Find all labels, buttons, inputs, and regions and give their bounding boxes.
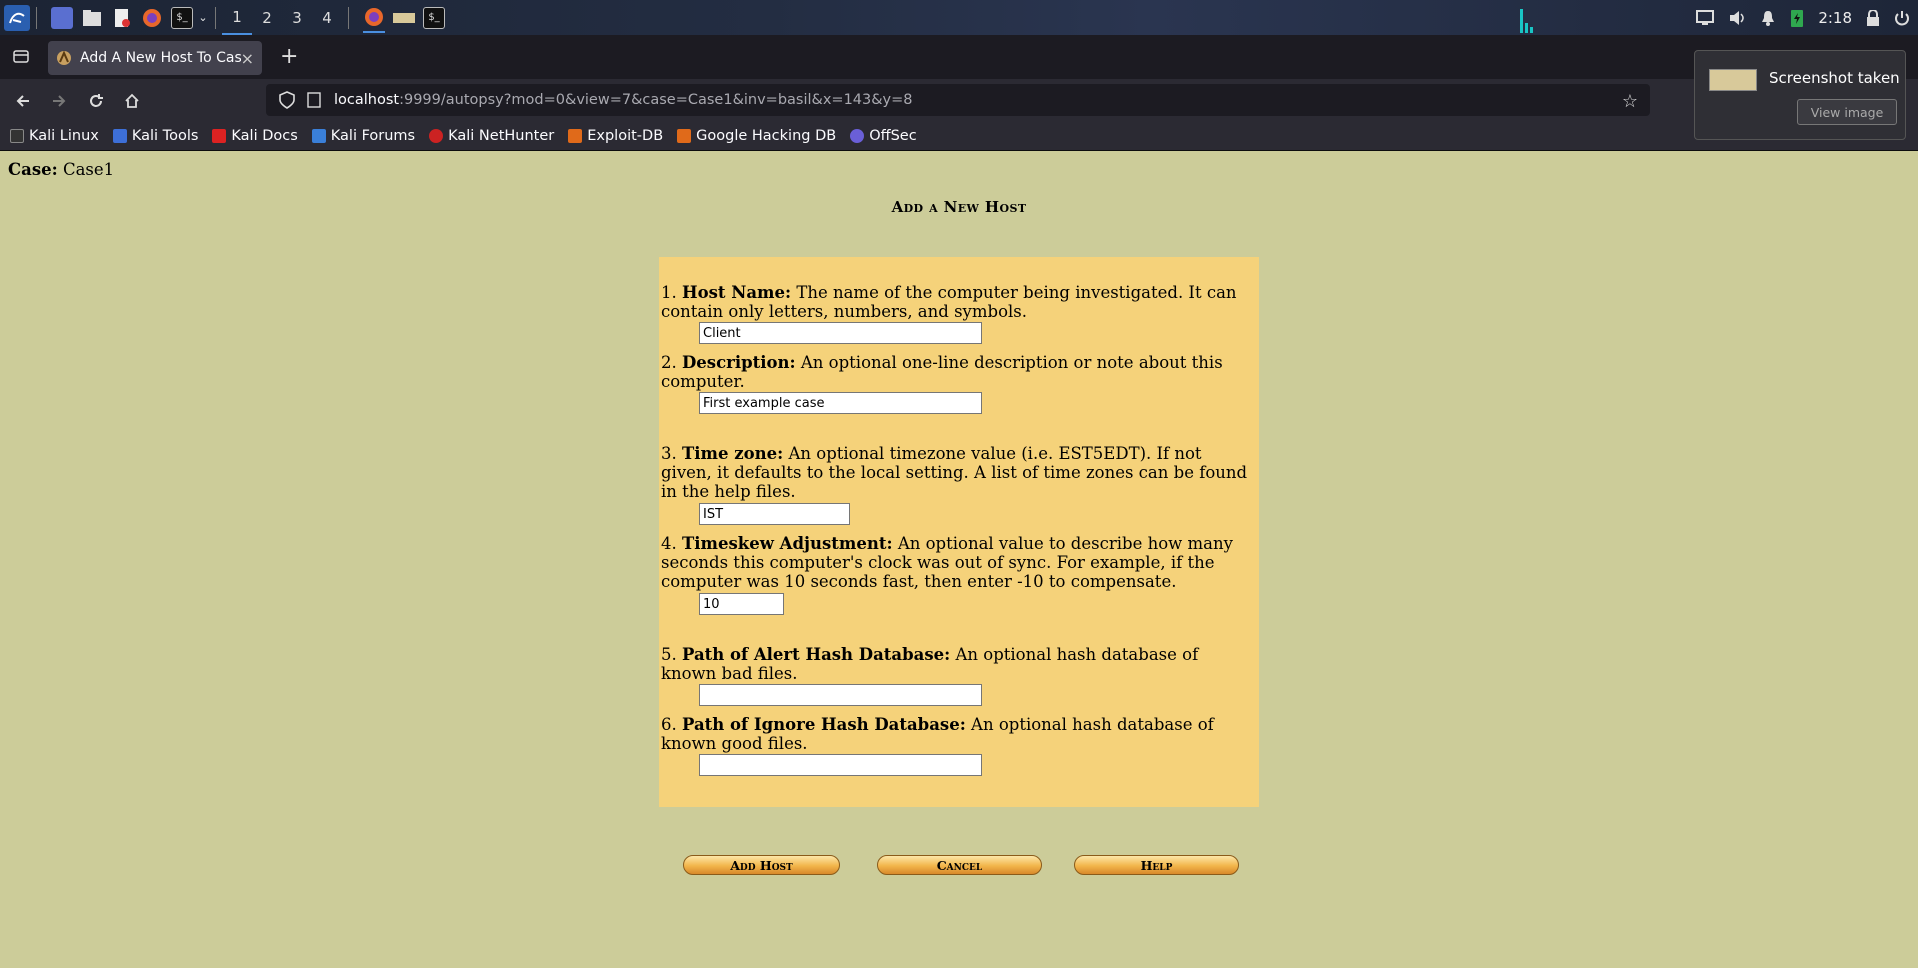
url-bar[interactable]: localhost:9999/autopsy?mod=0&view=7&case… — [266, 84, 1650, 116]
offsec-icon — [850, 128, 865, 143]
bookmark-kali-tools[interactable]: Kali Tools — [112, 128, 198, 144]
reload-button[interactable] — [85, 90, 107, 112]
case-label: Case: — [8, 160, 58, 179]
display-icon[interactable] — [1696, 9, 1715, 26]
page-info-icon[interactable] — [306, 92, 322, 108]
alert-hash-db-input[interactable] — [699, 684, 982, 706]
kali-tools-icon — [112, 128, 127, 143]
shield-icon[interactable] — [278, 91, 296, 109]
autopsy-favicon-icon — [57, 50, 71, 65]
ignore-hash-db-input[interactable] — [699, 754, 982, 776]
nethunter-icon — [429, 128, 444, 143]
page-title: Add a New Host — [891, 198, 1027, 216]
description-question: 2. Description: An optional one-line des… — [661, 353, 1223, 391]
desktop-icon[interactable] — [51, 6, 73, 29]
time-zone-question: 3. Time zone: An optional timezone value… — [661, 444, 1248, 501]
kali-dragon-icon — [10, 128, 24, 143]
notification-bell-icon[interactable] — [1760, 10, 1776, 26]
bookmark-kali-linux[interactable]: Kali Linux — [10, 128, 99, 144]
add-host-button[interactable]: Add Host — [683, 855, 840, 875]
case-value: Case1 — [62, 160, 115, 179]
description-input[interactable] — [699, 392, 982, 414]
volume-icon[interactable] — [1728, 10, 1746, 26]
kali-menu-icon[interactable] — [4, 4, 30, 31]
bookmark-offsec[interactable]: OffSec — [850, 128, 917, 144]
notification-title: Screenshot taken — [1769, 69, 1900, 87]
kali-docs-icon — [212, 128, 227, 143]
time-zone-input[interactable] — [699, 503, 850, 525]
workspace-2[interactable]: 2 — [252, 0, 282, 35]
workspace-3[interactable]: 3 — [282, 0, 312, 35]
bookmarks-bar: Kali Linux Kali Tools Kali Docs Kali For… — [0, 121, 1918, 151]
new-tab-button[interactable]: + — [280, 45, 298, 69]
firefox-icon[interactable] — [141, 7, 163, 29]
bookmark-exploit-db[interactable]: Exploit-DB — [568, 128, 663, 144]
home-button[interactable] — [121, 90, 143, 112]
text-editor-icon[interactable] — [111, 7, 133, 29]
bookmark-kali-nethunter[interactable]: Kali NetHunter — [429, 128, 554, 144]
timeskew-input[interactable] — [699, 593, 784, 615]
bookmark-kali-forums[interactable]: Kali Forums — [311, 128, 415, 144]
files-icon[interactable] — [81, 7, 103, 29]
url-path: :9999/autopsy?mod=0&view=7&case=Case1&in… — [399, 92, 913, 108]
workspace-1[interactable]: 1 — [222, 0, 252, 35]
tab-list-icon[interactable] — [12, 47, 30, 65]
ignore-hash-question: 6. Path of Ignore Hash Database: An opti… — [661, 715, 1214, 753]
battery-icon[interactable] — [1790, 8, 1804, 28]
forward-button[interactable] — [48, 90, 70, 112]
lock-icon[interactable] — [1866, 9, 1880, 26]
kali-forums-icon — [311, 128, 326, 143]
host-name-question: 1. Host Name: The name of the computer b… — [661, 283, 1237, 321]
bookmark-google-hacking-db[interactable]: Google Hacking DB — [677, 128, 836, 144]
alert-hash-question: 5. Path of Alert Hash Database: An optio… — [661, 645, 1199, 683]
chevron-down-icon[interactable]: ⌄ — [197, 7, 209, 29]
add-host-form: 1. Host Name: The name of the computer b… — [659, 257, 1259, 807]
network-graph-icon — [1520, 8, 1534, 33]
firefox-window-icon[interactable] — [363, 3, 385, 33]
host-name-input[interactable] — [699, 322, 982, 344]
screenshot-thumbnail — [1709, 69, 1757, 91]
image-viewer-icon[interactable] — [393, 7, 415, 29]
ghdb-icon — [677, 128, 692, 143]
page-content: Case: Case1 Add a New Host 1. Host Name:… — [0, 152, 1918, 968]
close-tab-icon[interactable]: × — [241, 49, 254, 68]
url-host: localhost — [334, 92, 400, 108]
case-line: Case: Case1 — [8, 160, 114, 179]
screenshot-notification[interactable]: Screenshot taken View image — [1694, 50, 1906, 140]
exploit-db-icon — [568, 128, 583, 143]
workspace-4[interactable]: 4 — [312, 0, 342, 35]
tab-title: Add A New Host To Case1 — [80, 50, 241, 66]
help-button[interactable]: Help — [1074, 855, 1239, 875]
bookmark-kali-docs[interactable]: Kali Docs — [212, 128, 298, 144]
clock[interactable]: 2:18 — [1818, 9, 1852, 27]
bookmark-star-icon[interactable]: ☆ — [1622, 91, 1638, 112]
system-taskbar: $_ ⌄ 1 2 3 4 $_ 2:18 — [0, 0, 1918, 35]
browser-navbar: localhost:9999/autopsy?mod=0&view=7&case… — [0, 79, 1918, 121]
terminal-window-icon[interactable]: $_ — [423, 6, 445, 29]
cancel-button[interactable]: Cancel — [877, 855, 1042, 875]
terminal-icon[interactable]: $_ — [171, 6, 193, 29]
back-button[interactable] — [12, 90, 34, 112]
tab-active[interactable]: Add A New Host To Case1 × — [48, 41, 262, 75]
timeskew-question: 4. Timeskew Adjustment: An optional valu… — [661, 534, 1233, 591]
browser-tab-strip: Add A New Host To Case1 × + — [0, 35, 1918, 79]
power-icon[interactable] — [1894, 10, 1910, 26]
view-image-button[interactable]: View image — [1797, 99, 1897, 125]
